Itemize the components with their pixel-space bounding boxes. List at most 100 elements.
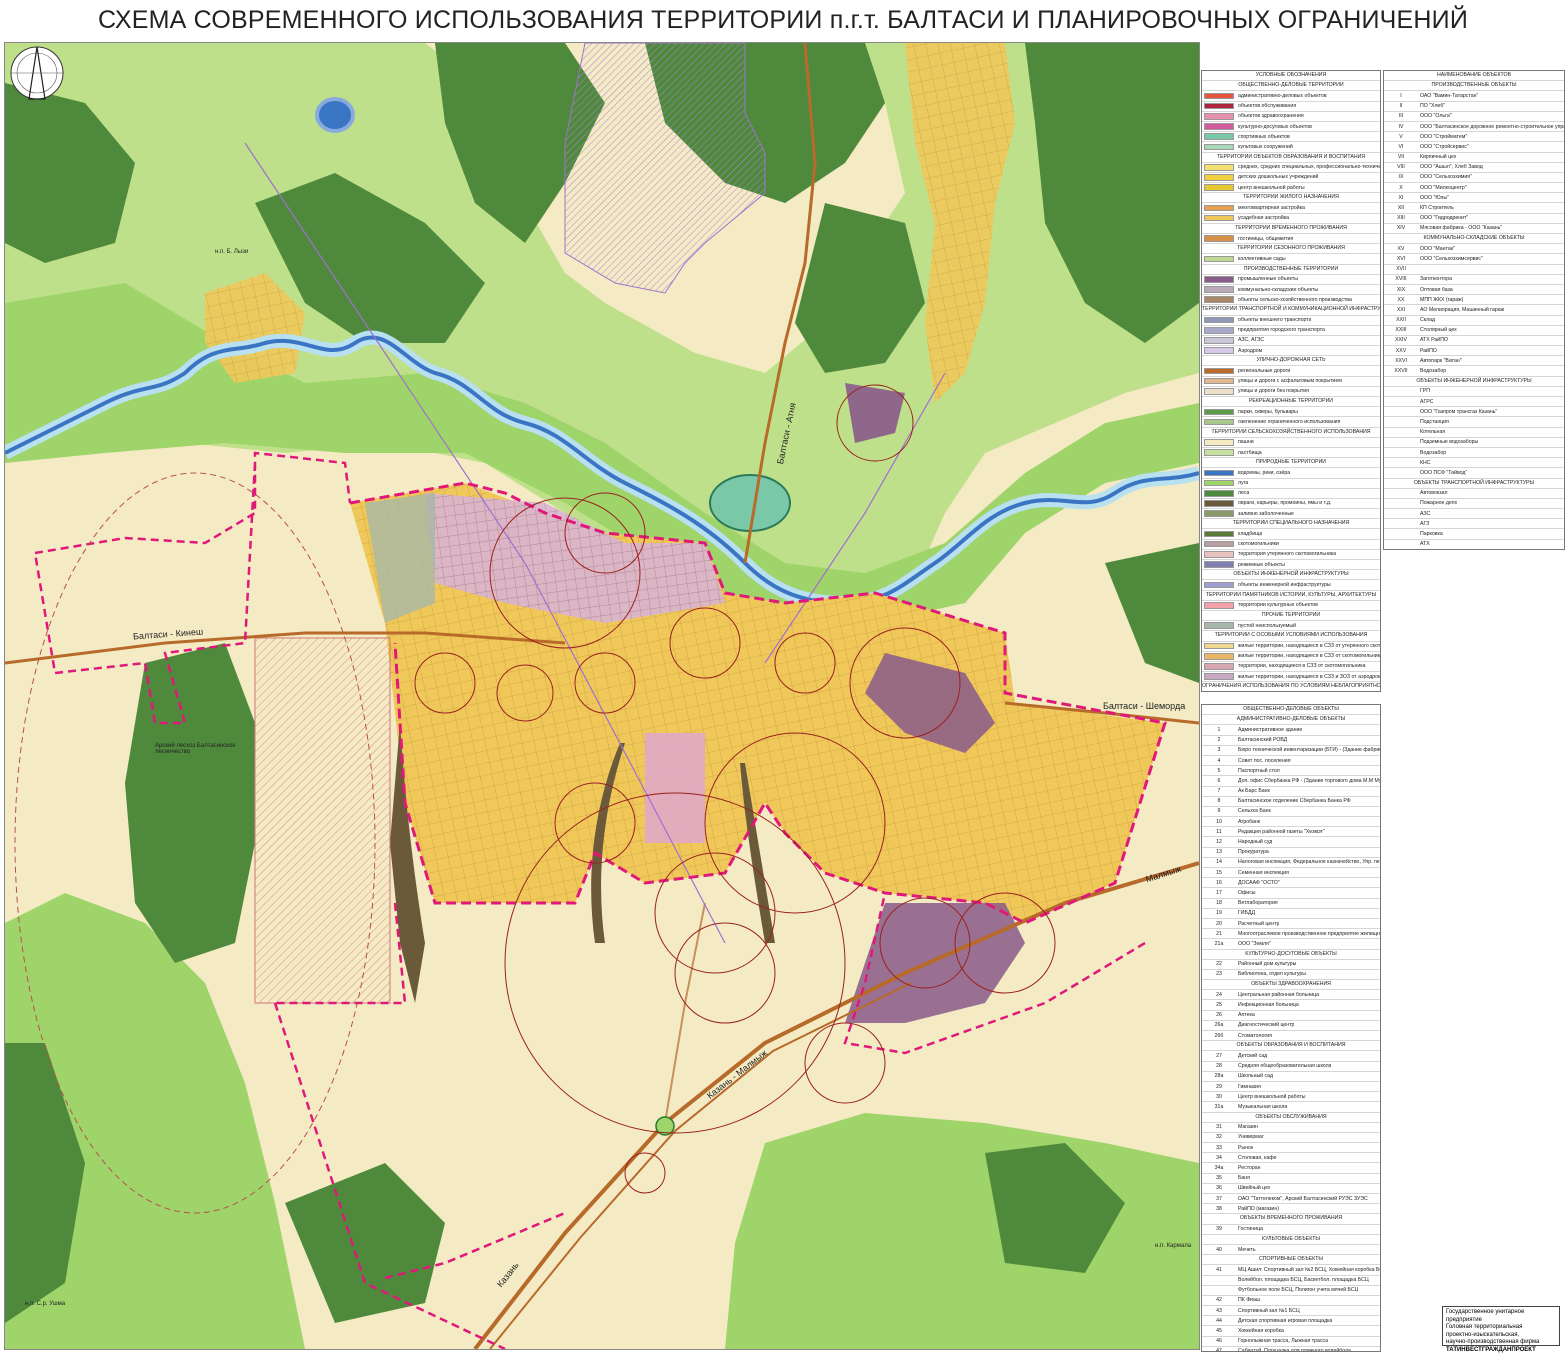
legend-swatch	[1204, 113, 1234, 120]
legend-label: ООО ПСФ "Тайвод"	[1420, 470, 1467, 476]
legend-label: РайПО	[1420, 348, 1437, 354]
legend-label: Аэродром	[1238, 348, 1262, 354]
legend-row: АЗС	[1384, 509, 1564, 519]
legend-label: промышленные объекты	[1238, 276, 1298, 282]
legend-number: 18	[1204, 900, 1234, 906]
legend-label: Инфекционная больница	[1238, 1002, 1299, 1008]
legend-number: 36	[1204, 1185, 1234, 1191]
legend-row: 4Совет пос. поселения	[1202, 756, 1380, 766]
legend-swatch	[1204, 103, 1234, 110]
legend-row: 42ПК Фиаш	[1202, 1296, 1380, 1306]
legend-label: Швейный цех	[1238, 1185, 1270, 1191]
legend-label: Пожарное депо	[1420, 500, 1457, 506]
legend-swatch	[1204, 174, 1234, 181]
legend-row: 39Гостиница	[1202, 1225, 1380, 1235]
legend-label: Футбольное поле БСЦ, Полигон учета мячей…	[1238, 1287, 1358, 1293]
legend-swatch	[1204, 673, 1234, 680]
restricted-field	[255, 638, 390, 1003]
legend-row: 22Районный дом культуры	[1202, 960, 1380, 970]
legend-label: Музыкальная школа	[1238, 1104, 1287, 1110]
legend-label: АТХ	[1420, 541, 1430, 547]
legend-section-heading: ОБЪЕКТЫ ОБСЛУЖИВАНИЯ	[1202, 1113, 1380, 1123]
legend-label: АГЗ	[1420, 521, 1429, 527]
legend-row: улицы и дороги без покрытия	[1202, 387, 1380, 397]
legend-number: IX	[1386, 174, 1416, 180]
legend-number: 43	[1204, 1308, 1234, 1314]
legend-label: ОАО "Таттелеком", Арский Балтасинский РУ…	[1238, 1196, 1368, 1202]
legend-row: XXIАО Мелиорация, Машинный гараж	[1384, 305, 1564, 315]
legend-section-heading: ПРОЧИЕ ТЕРРИТОРИИ	[1202, 611, 1380, 621]
legend-row: спортивных объектов	[1202, 132, 1380, 142]
legend-number: 12	[1204, 839, 1234, 845]
legend-swatch	[1204, 643, 1234, 650]
legend-swatch	[1204, 510, 1234, 517]
legend-swatch	[1204, 378, 1234, 385]
legend-swatch	[1204, 286, 1234, 293]
sanitary-zone-circle	[805, 1023, 885, 1103]
legend-swatch	[1204, 347, 1234, 354]
legend-number: 2	[1204, 737, 1234, 743]
legend-number: 40	[1204, 1247, 1234, 1253]
legend-swatch	[1204, 541, 1234, 548]
legend-row: 6 Доп. офис Сбербанка РФ - (Здание торгов…	[1202, 776, 1380, 786]
sanitary-zone	[365, 493, 435, 623]
legend-number: 4	[1204, 758, 1234, 764]
legend-label: Прокуратура	[1238, 849, 1269, 855]
legend-swatch	[1204, 133, 1234, 140]
legend-row: XIIКП Строитель	[1384, 203, 1564, 213]
stadium	[710, 475, 790, 531]
legend-land-use: УСЛОВНЫЕ ОБОЗНАЧЕНИЯ ОБЩЕСТВЕННО-ДЕЛОВЫЕ…	[1201, 70, 1381, 692]
legend-swatch	[1204, 256, 1234, 263]
legend-row: 8Балтасинское отделение Сбербанка Банка …	[1202, 797, 1380, 807]
legend-swatch	[1204, 602, 1234, 609]
legend-number: 30	[1204, 1094, 1234, 1100]
legend-label: овраги, карьеры, промоины, ямы и т.д.	[1238, 500, 1331, 506]
legend-number: I	[1386, 93, 1416, 99]
legend-row: 16ДОСААФ "ОСТО"	[1202, 878, 1380, 888]
legend-number: XXII	[1386, 317, 1416, 323]
legend-swatch	[1204, 317, 1234, 324]
legend-row: 45Хоккейная коробка	[1202, 1326, 1380, 1336]
legend-row: 31аМузыкальная школа	[1202, 1102, 1380, 1112]
legend-label: Склад	[1420, 317, 1435, 323]
legend-label: пустой неиспользуемый	[1238, 623, 1296, 629]
legend-label: жилые территории, находящиеся в СЗЗ и ЗО…	[1238, 674, 1380, 680]
legend-label: Гостиница	[1238, 1226, 1263, 1232]
aerodrome-area	[565, 43, 765, 293]
legend-label: территория утерянного скотомогильника	[1238, 551, 1336, 557]
legend-label: многоквартирная застройка	[1238, 205, 1305, 211]
legend-label: Народный суд	[1238, 839, 1272, 845]
legend-row: промышленные объекты	[1202, 275, 1380, 285]
legend-label: Диагностический центр	[1238, 1022, 1294, 1028]
legend-swatch	[1204, 622, 1234, 629]
legend-swatch	[1204, 439, 1234, 446]
map-canvas[interactable]: Балтаси - Кинеш Балтаси - Шеморда Балтас…	[4, 42, 1200, 1350]
legend-section-heading: ОБЩЕСТВЕННО-ДЕЛОВЫЕ ОБЪЕКТЫ	[1202, 705, 1380, 715]
legend-row: 43Спортивный зал №1 БСЦ	[1202, 1306, 1380, 1316]
road-local	[665, 903, 705, 1123]
legend-number: 14	[1204, 859, 1234, 865]
legend-number: XXIV	[1386, 337, 1416, 343]
legend-row: 18Ветлаборатория	[1202, 899, 1380, 909]
legend-label: ООО "Юлы"	[1420, 195, 1449, 201]
legend-row: XXIVАТХ РайПО	[1384, 336, 1564, 346]
legend-number: XVIII	[1386, 276, 1416, 282]
legend-row: водоемы, реки, озёра	[1202, 468, 1380, 478]
legend-row: АГЗ	[1384, 519, 1564, 529]
legend-label: скотомогильники	[1238, 541, 1279, 547]
legend-label: жилые территории, находящиеся в СЗЗ от у…	[1238, 643, 1380, 649]
legend-label: Автовокзал	[1420, 490, 1448, 496]
legend-label: ПК Фиаш	[1238, 1297, 1260, 1303]
legend-label: КНС	[1420, 460, 1431, 466]
legend-row: VIIКирпичный цех	[1384, 153, 1564, 163]
legend-row: 34аРесторан	[1202, 1163, 1380, 1173]
legend-number: 6	[1204, 778, 1234, 784]
legend-label: Доп. офис Сбербанка РФ - (Здание торгово…	[1238, 778, 1380, 784]
legend-label: объекты сельско-хозяйственного производс…	[1238, 297, 1352, 303]
legend-row: IIПО "Хлеб"	[1384, 102, 1564, 112]
legend-section-heading: СПОРТИВНЫЕ ОБЪЕКТЫ	[1202, 1255, 1380, 1265]
legend-row: объектов обслуживания	[1202, 102, 1380, 112]
legend-label: МЦ Ашил: Спортивный зал №2 БСЦ, Хоккейна…	[1238, 1267, 1380, 1273]
legend-swatch	[1204, 144, 1234, 151]
legend-number: 41	[1204, 1267, 1234, 1273]
